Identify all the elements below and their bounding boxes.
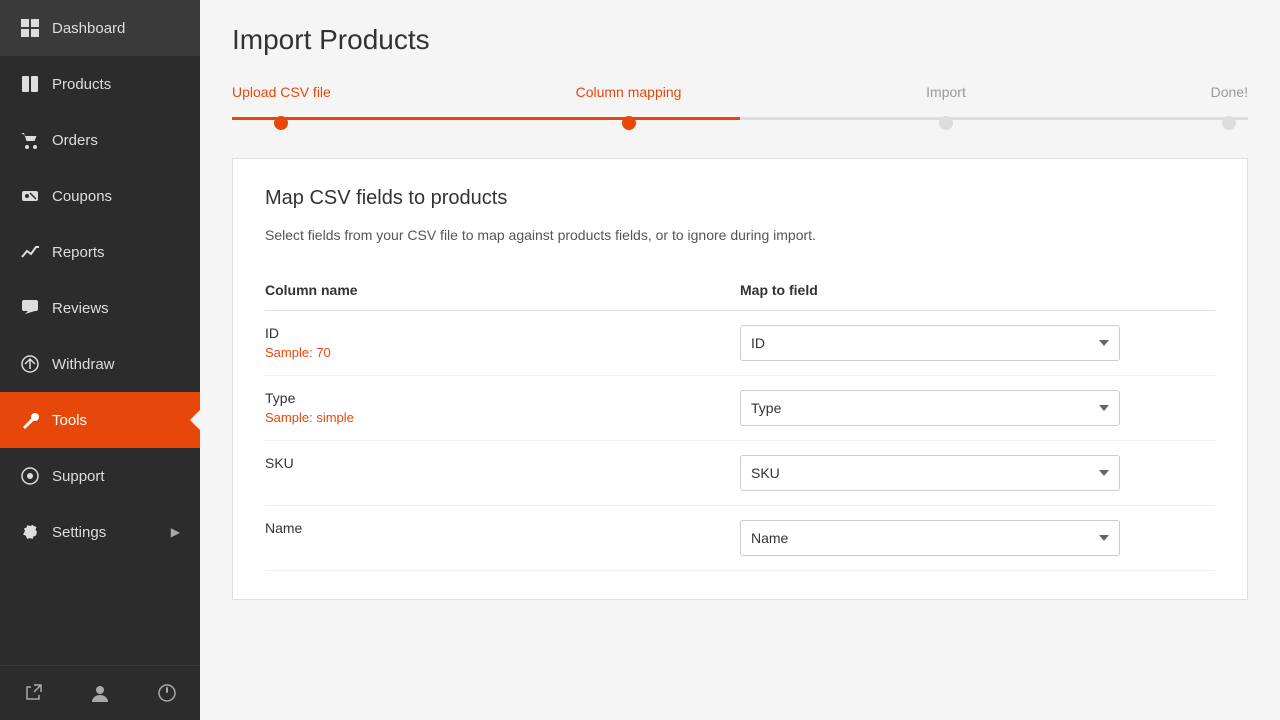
sidebar-label-coupons: Coupons (52, 188, 112, 205)
external-link-button[interactable] (0, 666, 67, 720)
stepper-step-mapping[interactable]: Column mapping (576, 84, 682, 130)
table-row: ID Sample: 70 ID Type SKU Name (265, 311, 1215, 376)
sidebar-label-products: Products (52, 76, 111, 93)
stepper-dot-upload (274, 116, 288, 130)
stepper-label-upload: Upload CSV file (232, 84, 331, 100)
logout-button[interactable] (133, 666, 200, 720)
col-name-sku: SKU (265, 455, 740, 471)
page-title: Import Products (232, 24, 1248, 56)
col-sample-id: Sample: 70 (265, 345, 740, 360)
col-name-type: Type (265, 390, 740, 406)
sidebar-label-tools: Tools (52, 412, 87, 429)
sidebar-label-dashboard: Dashboard (52, 20, 125, 37)
table-cell-colname-type: Type Sample: simple (265, 376, 740, 441)
sidebar-label-settings: Settings (52, 524, 106, 541)
table-cell-colname: ID Sample: 70 (265, 311, 740, 376)
stepper-step-done[interactable]: Done! (1211, 84, 1248, 130)
table-cell-map-name: ID Type SKU Name (740, 506, 1215, 571)
sidebar: Dashboard Products Orders Coupons Report… (0, 0, 200, 720)
map-select-name[interactable]: ID Type SKU Name (740, 520, 1120, 556)
stepper-dot-done (1222, 116, 1236, 130)
sidebar-label-reviews: Reviews (52, 300, 109, 317)
mapping-card: Map CSV fields to products Select fields… (232, 158, 1248, 600)
stepper-steps: Upload CSV file Column mapping Import Do… (232, 84, 1248, 130)
table-row: Type Sample: simple ID Type SKU Name (265, 376, 1215, 441)
card-title: Map CSV fields to products (265, 187, 1215, 210)
products-icon (20, 74, 40, 94)
sidebar-item-orders[interactable]: Orders (0, 112, 200, 168)
tools-icon (20, 410, 40, 430)
stepper-label-done: Done! (1211, 84, 1248, 100)
reviews-icon (20, 298, 40, 318)
sidebar-item-withdraw[interactable]: Withdraw (0, 336, 200, 392)
sidebar-item-tools[interactable]: Tools (0, 392, 200, 448)
col-name-name: Name (265, 520, 740, 536)
mapping-table: Column name Map to field ID Sample: 70 (265, 274, 1215, 571)
sidebar-item-dashboard[interactable]: Dashboard (0, 0, 200, 56)
map-select-sku[interactable]: ID Type SKU Name (740, 455, 1120, 491)
stepper-dot-mapping (622, 116, 636, 130)
stepper-dot-import (939, 116, 953, 130)
reports-icon (20, 242, 40, 262)
table-cell-colname-name: Name (265, 506, 740, 571)
sidebar-item-coupons[interactable]: Coupons (0, 168, 200, 224)
map-select-type[interactable]: ID Type SKU Name (740, 390, 1120, 426)
main-content: Import Products Upload CSV file Column m… (200, 0, 1280, 720)
support-icon (20, 466, 40, 486)
table-cell-map-id: ID Type SKU Name (740, 311, 1215, 376)
stepper-step-import[interactable]: Import (926, 84, 966, 130)
stepper-label-import: Import (926, 84, 966, 100)
sidebar-item-reviews[interactable]: Reviews (0, 280, 200, 336)
table-cell-map-type: ID Type SKU Name (740, 376, 1215, 441)
settings-icon (20, 522, 40, 542)
table-cell-colname-sku: SKU (265, 441, 740, 506)
table-row: Name ID Type SKU Name (265, 506, 1215, 571)
coupons-icon (20, 186, 40, 206)
sidebar-label-orders: Orders (52, 132, 98, 149)
col-header-field: Map to field (740, 274, 1215, 311)
sidebar-label-reports: Reports (52, 244, 105, 261)
sidebar-item-products[interactable]: Products (0, 56, 200, 112)
settings-arrow-icon: ▶ (171, 525, 180, 539)
map-select-id[interactable]: ID Type SKU Name (740, 325, 1120, 361)
stepper-label-mapping: Column mapping (576, 84, 682, 100)
sidebar-label-support: Support (52, 468, 105, 485)
withdraw-icon (20, 354, 40, 374)
sidebar-item-reports[interactable]: Reports (0, 224, 200, 280)
sidebar-item-settings[interactable]: Settings ▶ (0, 504, 200, 560)
stepper: Upload CSV file Column mapping Import Do… (232, 84, 1248, 130)
user-profile-button[interactable] (67, 666, 134, 720)
card-description: Select fields from your CSV file to map … (265, 224, 1045, 246)
orders-icon (20, 130, 40, 150)
col-name-id: ID (265, 325, 740, 341)
sidebar-bottom (0, 665, 200, 720)
stepper-step-upload[interactable]: Upload CSV file (232, 84, 331, 130)
dashboard-icon (20, 18, 40, 38)
table-row: SKU ID Type SKU Name (265, 441, 1215, 506)
col-sample-type: Sample: simple (265, 410, 740, 425)
sidebar-item-support[interactable]: Support (0, 448, 200, 504)
table-cell-map-sku: ID Type SKU Name (740, 441, 1215, 506)
sidebar-label-withdraw: Withdraw (52, 356, 115, 373)
col-header-name: Column name (265, 274, 740, 311)
